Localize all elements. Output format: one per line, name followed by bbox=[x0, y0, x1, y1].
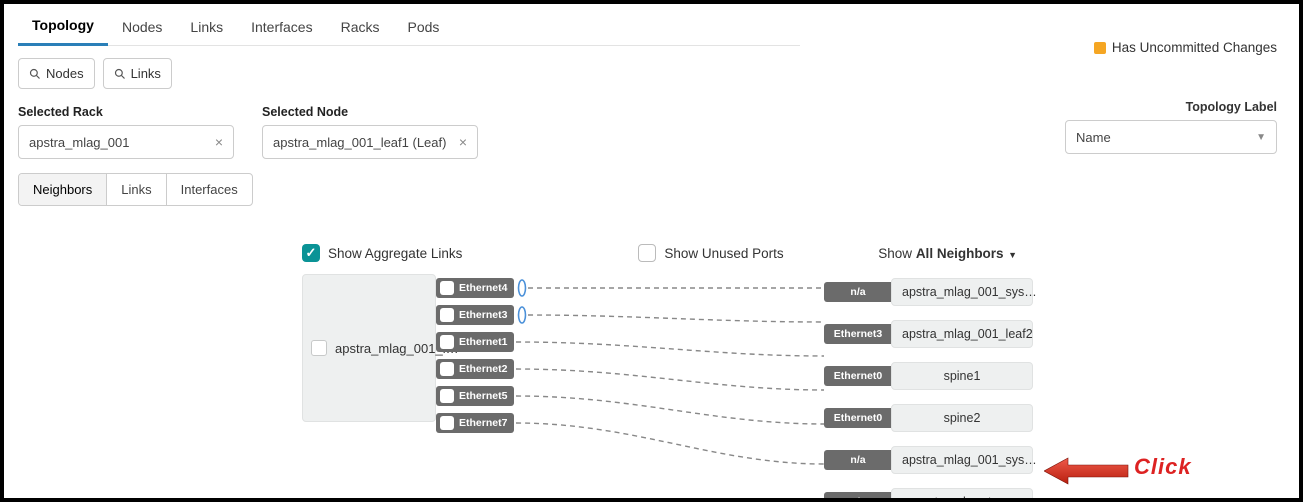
search-icon bbox=[29, 68, 41, 80]
neighbor-list: n/a apstra_mlag_001_sys… Ethernet3 apstr… bbox=[824, 278, 1033, 502]
neighbor-row[interactable]: n/a apstra_mlag_001_sys… bbox=[824, 278, 1033, 306]
chevron-down-icon: ▼ bbox=[1006, 250, 1017, 260]
tab-topology[interactable]: Topology bbox=[18, 11, 108, 46]
search-nodes-button[interactable]: Nodes bbox=[18, 58, 95, 89]
neighbor-row[interactable]: Ethernet0 spine1 bbox=[824, 362, 1033, 390]
search-links-label: Links bbox=[131, 66, 161, 81]
port-led-icon bbox=[440, 335, 454, 349]
topology-label-select[interactable]: Name ▼ bbox=[1065, 120, 1277, 154]
neighbor-label: spine1 bbox=[891, 362, 1033, 390]
uncommitted-changes-badge: Has Uncommitted Changes bbox=[1094, 40, 1277, 55]
neighbor-port: Ethernet0 bbox=[824, 366, 892, 386]
warning-dot-icon bbox=[1094, 42, 1106, 54]
search-nodes-label: Nodes bbox=[46, 66, 84, 81]
show-aggregate-links-checkbox[interactable] bbox=[302, 244, 320, 262]
port-ethernet4[interactable]: Ethernet4 bbox=[436, 278, 514, 298]
neighbor-label: spine2 bbox=[891, 404, 1033, 432]
port-led-icon bbox=[440, 389, 454, 403]
source-node-checkbox[interactable] bbox=[311, 340, 327, 356]
selected-rack-select[interactable]: apstra_mlag_001 × bbox=[18, 125, 234, 159]
neighbor-port: Ethernet3 bbox=[824, 324, 892, 344]
neighbor-port: n/a bbox=[824, 450, 892, 470]
clear-node-icon[interactable]: × bbox=[459, 134, 467, 150]
port-ethernet1[interactable]: Ethernet1 bbox=[436, 332, 514, 352]
selected-rack-label: Selected Rack bbox=[18, 105, 262, 119]
port-led-icon bbox=[440, 362, 454, 376]
subtab-links[interactable]: Links bbox=[107, 174, 166, 205]
port-ethernet7[interactable]: Ethernet7 bbox=[436, 413, 514, 433]
neighbor-port: Ethernet0 bbox=[824, 408, 892, 428]
neighbor-label: apstra_mlag_001_leaf2 bbox=[891, 320, 1033, 348]
neighbor-label: apstra_mlag_001_sys… bbox=[891, 278, 1033, 306]
tab-nodes[interactable]: Nodes bbox=[108, 13, 176, 45]
source-port-stack: Ethernet4 Ethernet3 Ethernet1 Ethernet2 … bbox=[436, 278, 514, 433]
search-links-button[interactable]: Links bbox=[103, 58, 172, 89]
tab-links[interactable]: Links bbox=[176, 13, 237, 45]
show-unused-ports-label: Show Unused Ports bbox=[664, 246, 783, 261]
selected-node-label: Selected Node bbox=[262, 105, 762, 119]
show-prefix: Show bbox=[878, 246, 916, 261]
neighbor-label: apstra_mlag_001_sys… bbox=[891, 446, 1033, 474]
tab-pods[interactable]: Pods bbox=[394, 13, 454, 45]
chevron-down-icon: ▼ bbox=[1256, 132, 1266, 143]
tab-racks[interactable]: Racks bbox=[327, 13, 394, 45]
topology-label-heading: Topology Label bbox=[1186, 100, 1277, 114]
port-ethernet5[interactable]: Ethernet5 bbox=[436, 386, 514, 406]
show-unused-ports-checkbox[interactable] bbox=[638, 244, 656, 262]
neighbor-port: n/a bbox=[824, 492, 892, 502]
topology-wires bbox=[514, 274, 824, 484]
neighbor-row[interactable]: Ethernet0 spine2 bbox=[824, 404, 1033, 432]
subtab-neighbors[interactable]: Neighbors bbox=[19, 174, 107, 205]
selected-node-value: apstra_mlag_001_leaf1 (Leaf) bbox=[273, 135, 446, 150]
status-text: Has Uncommitted Changes bbox=[1112, 40, 1277, 55]
subtab-bar: Neighbors Links Interfaces bbox=[18, 173, 253, 206]
selected-node-select[interactable]: apstra_mlag_001_leaf1 (Leaf) × bbox=[262, 125, 478, 159]
neighbor-label: external-router bbox=[891, 488, 1033, 502]
neighbor-row-external-router[interactable]: n/a external-router bbox=[824, 488, 1033, 502]
port-ethernet2[interactable]: Ethernet2 bbox=[436, 359, 514, 379]
selected-rack-value: apstra_mlag_001 bbox=[29, 135, 129, 150]
annotation-click-text: Click bbox=[1134, 454, 1192, 480]
annotation-arrow-icon bbox=[1044, 456, 1130, 486]
neighbor-row[interactable]: Ethernet3 apstra_mlag_001_leaf2 bbox=[824, 320, 1033, 348]
search-icon bbox=[114, 68, 126, 80]
subtab-interfaces[interactable]: Interfaces bbox=[167, 174, 252, 205]
port-led-icon bbox=[440, 281, 454, 295]
show-value: All Neighbors bbox=[916, 246, 1004, 261]
show-aggregate-links-label: Show Aggregate Links bbox=[328, 246, 462, 261]
topology-label-value: Name bbox=[1076, 130, 1111, 145]
show-neighbors-dropdown[interactable]: Show All Neighbors ▼ bbox=[878, 246, 1017, 261]
port-led-icon bbox=[440, 416, 454, 430]
tab-interfaces[interactable]: Interfaces bbox=[237, 13, 326, 45]
source-node-box[interactable]: apstra_mlag_001_l… bbox=[302, 274, 436, 422]
neighbor-port: n/a bbox=[824, 282, 892, 302]
neighbor-row[interactable]: n/a apstra_mlag_001_sys… bbox=[824, 446, 1033, 474]
main-tab-bar: Topology Nodes Links Interfaces Racks Po… bbox=[18, 12, 800, 46]
port-led-icon bbox=[440, 308, 454, 322]
port-ethernet3[interactable]: Ethernet3 bbox=[436, 305, 514, 325]
clear-rack-icon[interactable]: × bbox=[215, 134, 223, 150]
